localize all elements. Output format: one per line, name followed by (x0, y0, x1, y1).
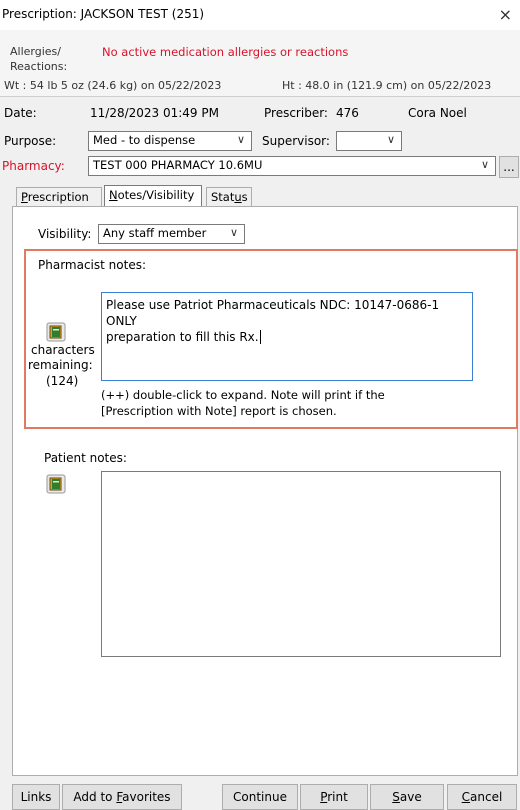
more-label: ... (503, 160, 515, 174)
chevron-down-icon: ∨ (386, 133, 395, 146)
chevron-down-icon: ∨ (229, 226, 238, 239)
visibility-select-value: Any staff member (103, 226, 207, 240)
reactions-label: Reactions: (10, 60, 68, 73)
cancel-label-underline: C (461, 790, 471, 804)
book-icon (46, 474, 66, 494)
links-label: Links (20, 790, 52, 804)
tab-prescription[interactable]: Prescription (16, 187, 102, 207)
save-button[interactable]: Save (370, 784, 444, 810)
purpose-select[interactable]: Med - to dispense ∨ (88, 131, 252, 151)
pharmacy-select-value: TEST 000 PHARMACY 10.6MU (93, 158, 263, 172)
tab-label-underline: P (21, 190, 28, 204)
supervisor-label: Supervisor: (262, 134, 330, 148)
pharmacist-notes-textarea[interactable]: Please use Patriot Pharmaceuticals NDC: … (101, 292, 473, 381)
allergy-header: Allergies/ Reactions: No active medicati… (0, 30, 520, 97)
visibility-label: Visibility: (38, 227, 92, 241)
favorites-label: Add to (73, 790, 117, 804)
pharmacy-label: Pharmacy: (2, 159, 65, 173)
edit-patient-note-icon[interactable] (46, 474, 66, 497)
edit-note-icon[interactable] (46, 322, 66, 345)
prescriber-label: Prescriber: (264, 106, 328, 120)
title-bar: Prescription: JACKSON TEST (251) × (0, 0, 520, 30)
purpose-label: Purpose: (4, 134, 57, 148)
chevron-down-icon: ∨ (236, 133, 245, 146)
text-cursor: ​ (259, 330, 261, 344)
links-button[interactable]: Links (12, 784, 60, 810)
purpose-select-value: Med - to dispense (93, 133, 196, 147)
tab-status[interactable]: Status (206, 187, 252, 207)
print-button[interactable]: Print (300, 784, 368, 810)
patient-notes-textarea[interactable] (101, 471, 501, 657)
chevron-down-icon: ∨ (480, 158, 489, 171)
favorites-label: avorites (122, 790, 171, 804)
chars-remaining-count: (124) (46, 374, 79, 388)
pharmacist-notes-line: Please use Patriot Pharmaceuticals NDC: … (106, 298, 440, 328)
tab-notes-visibility[interactable]: Notes/Visibility (104, 185, 202, 207)
book-icon (46, 322, 66, 342)
weight-info: Wt : 54 lb 5 oz (24.6 kg) on 05/22/2023 (4, 79, 222, 92)
tab-label: otes/Visibility (117, 188, 195, 202)
close-icon[interactable]: × (499, 5, 512, 24)
prescriber-id: 476 (336, 106, 359, 120)
pharmacy-select[interactable]: TEST 000 PHARMACY 10.6MU ∨ (88, 156, 496, 176)
print-label: rint (327, 790, 348, 804)
note-hint-line1: (++) double-click to expand. Note will p… (101, 388, 385, 402)
cancel-label: ancel (470, 790, 503, 804)
date-value: 11/28/2023 01:49 PM (90, 106, 219, 120)
pharmacist-notes-label: Pharmacist notes: (38, 258, 146, 272)
chars-remaining-label-2: remaining: (28, 358, 93, 372)
note-hint-line2: [Prescription with Note] report is chose… (101, 404, 337, 418)
continue-label: Continue (233, 790, 287, 804)
chars-remaining-label: characters (31, 343, 95, 357)
date-label: Date: (4, 106, 37, 120)
tab-label-underline: N (109, 188, 118, 202)
supervisor-select[interactable]: ∨ (336, 131, 402, 151)
continue-button[interactable]: Continue (222, 784, 298, 810)
cancel-button[interactable]: Cancel (447, 784, 517, 810)
tab-label: s (241, 190, 248, 204)
height-info: Ht : 48.0 in (121.9 cm) on 05/22/2023 (282, 79, 492, 92)
tab-label-underline: u (234, 190, 242, 204)
pharmacist-notes-line: preparation to fill this Rx. (106, 330, 259, 344)
window-title: Prescription: JACKSON TEST (251) (2, 7, 205, 21)
prescriber-name: Cora Noel (408, 106, 467, 120)
add-to-favorites-button[interactable]: Add to Favorites (62, 784, 182, 810)
pharmacy-more-button[interactable]: ... (499, 156, 519, 178)
patient-notes-label: Patient notes: (44, 451, 127, 465)
save-label-underline: S (392, 790, 400, 804)
tab-label: Stat (211, 190, 235, 204)
allergy-value: No active medication allergies or reacti… (102, 45, 349, 59)
allergies-label: Allergies/ (10, 45, 61, 58)
visibility-select[interactable]: Any staff member ∨ (98, 224, 245, 244)
tab-label: rescription (27, 190, 89, 204)
save-label: ave (399, 790, 422, 804)
